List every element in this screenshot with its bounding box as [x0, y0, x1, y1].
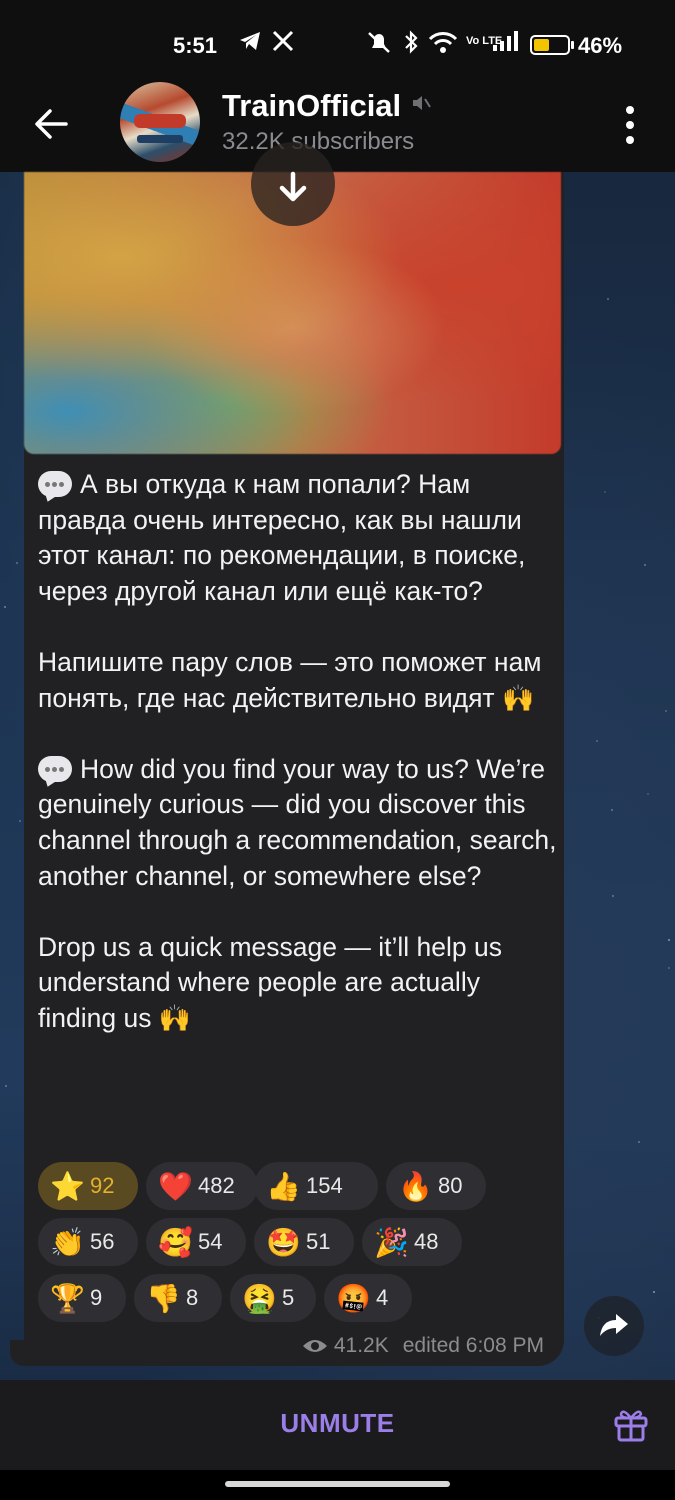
reaction-party[interactable]: 🎉 48 — [362, 1218, 462, 1266]
views-eye-icon — [302, 1340, 327, 1352]
reaction-count: 154 — [306, 1173, 343, 1198]
party-icon: 🎉 — [374, 1226, 409, 1258]
post-paragraph-ru-1: А вы откуда к нам попали? Нам правда оче… — [38, 469, 526, 606]
smiling-hearts-icon: 🥰 — [158, 1226, 193, 1258]
fire-icon: 🔥 — [398, 1170, 433, 1202]
reaction-star[interactable]: ⭐ 92 — [38, 1162, 138, 1210]
wallpaper-star — [612, 895, 614, 897]
view-count: 41.2K — [333, 1334, 389, 1357]
chat-header: TrainOfficial 32.2K subscribers — [0, 80, 675, 172]
back-arrow-icon — [35, 109, 68, 139]
gift-icon[interactable] — [611, 1404, 651, 1449]
reaction-thumbs-up[interactable]: 👍 154 — [254, 1162, 378, 1210]
star-struck-icon: 🤩 — [266, 1226, 301, 1258]
reaction-count: 4 — [376, 1285, 389, 1310]
wallpaper-star — [596, 740, 598, 742]
signal-icon — [492, 30, 520, 58]
reaction-vomit[interactable]: 🤮 5 — [230, 1274, 316, 1322]
reaction-count: 48 — [414, 1229, 439, 1254]
reaction-thumbs-down[interactable]: 👎 8 — [134, 1274, 222, 1322]
raised-hands-icon: 🙌 — [158, 1002, 192, 1033]
status-time: 5:51 — [173, 33, 218, 58]
back-button[interactable] — [30, 102, 74, 146]
system-nav-bar — [0, 1470, 675, 1500]
wallpaper-star — [16, 562, 18, 564]
edited-time: edited 6:08 PM — [402, 1334, 544, 1357]
trophy-icon: 🏆 — [50, 1282, 85, 1314]
post-meta: 41.2K edited 6:08 PM — [302, 1334, 544, 1358]
speech-bubble-icon — [38, 471, 72, 497]
reaction-count: 9 — [90, 1285, 103, 1310]
wifi-icon — [428, 30, 458, 60]
download-button[interactable] — [251, 142, 335, 226]
unmute-button[interactable]: UNMUTE — [0, 1408, 675, 1439]
reaction-heart[interactable]: ❤️ 482 — [146, 1162, 258, 1210]
wallpaper-star — [604, 491, 606, 493]
raised-hands-icon: 🙌 — [501, 682, 535, 713]
wallpaper-star — [638, 1141, 640, 1143]
dot-icon — [626, 121, 634, 129]
reaction-count: 51 — [306, 1229, 331, 1254]
bottom-bar: UNMUTE — [0, 1380, 675, 1470]
battery-percent: 46% — [578, 33, 623, 58]
reaction-trophy[interactable]: 🏆 9 — [38, 1274, 126, 1322]
post-paragraph-en-2: Drop us a quick message — it’ll help us … — [38, 930, 558, 1037]
reaction-count: 54 — [198, 1229, 223, 1254]
channel-avatar[interactable] — [120, 82, 200, 162]
clap-icon: 👏 — [50, 1226, 85, 1258]
speech-bubble-icon — [38, 755, 72, 782]
channel-post: А вы откуда к нам попали? Нам правда оче… — [24, 142, 564, 1366]
wallpaper-star — [5, 1085, 7, 1087]
post-paragraph-en-1: How did you find your way to us? We’re g… — [38, 753, 557, 891]
wallpaper-star — [653, 1291, 655, 1293]
vomit-icon: 🤮 — [242, 1282, 277, 1314]
thumbs-up-icon: 👍 — [266, 1170, 301, 1202]
share-button[interactable] — [584, 1296, 644, 1356]
reaction-count: 5 — [282, 1285, 295, 1310]
wallpaper-star — [19, 820, 21, 822]
reaction-count: 80 — [438, 1173, 463, 1198]
wallpaper-star — [668, 967, 670, 969]
dot-icon — [626, 136, 634, 144]
x-icon — [272, 30, 294, 58]
mute-icon — [366, 30, 392, 60]
reaction-cursing[interactable]: 🤬 4 — [324, 1274, 412, 1322]
muted-speaker-icon — [410, 92, 432, 119]
post-text: А вы откуда к нам попали? Нам правда оче… — [38, 467, 558, 1072]
star-icon: ⭐ — [50, 1170, 85, 1202]
reaction-count: 92 — [90, 1173, 115, 1198]
wallpaper-star — [644, 564, 646, 566]
wallpaper-star — [647, 793, 649, 795]
reaction-star-struck[interactable]: 🤩 51 — [254, 1218, 354, 1266]
post-paragraph-ru-2: Напишите пару слов — это поможет нам пон… — [38, 645, 558, 716]
channel-name[interactable]: TrainOfficial — [222, 88, 401, 124]
wallpaper-star — [665, 710, 667, 712]
gesture-handle[interactable] — [225, 1481, 450, 1487]
telegram-icon — [238, 30, 262, 58]
status-bar: 5:51 Vo LTE 46% — [0, 0, 675, 80]
heart-icon: ❤️ — [158, 1170, 193, 1202]
reaction-clap[interactable]: 👏 56 — [38, 1218, 138, 1266]
wallpaper-star — [668, 939, 670, 941]
reaction-smiling-hearts[interactable]: 🥰 54 — [146, 1218, 246, 1266]
reaction-fire[interactable]: 🔥 80 — [386, 1162, 486, 1210]
wallpaper-star — [607, 298, 609, 300]
cursing-icon: 🤬 — [336, 1282, 371, 1314]
thumbs-down-icon: 👎 — [146, 1282, 181, 1314]
download-arrow-icon — [279, 171, 307, 202]
wallpaper-star — [4, 606, 6, 608]
more-menu-button[interactable] — [617, 102, 643, 148]
battery-icon — [530, 35, 570, 55]
battery-tip — [571, 41, 574, 49]
reaction-count: 8 — [186, 1285, 199, 1310]
dot-icon — [626, 106, 634, 114]
share-arrow-icon — [600, 1314, 628, 1336]
wallpaper-star — [611, 809, 613, 811]
reaction-count: 56 — [90, 1229, 115, 1254]
reaction-count: 482 — [198, 1173, 235, 1198]
bluetooth-icon — [403, 30, 419, 60]
